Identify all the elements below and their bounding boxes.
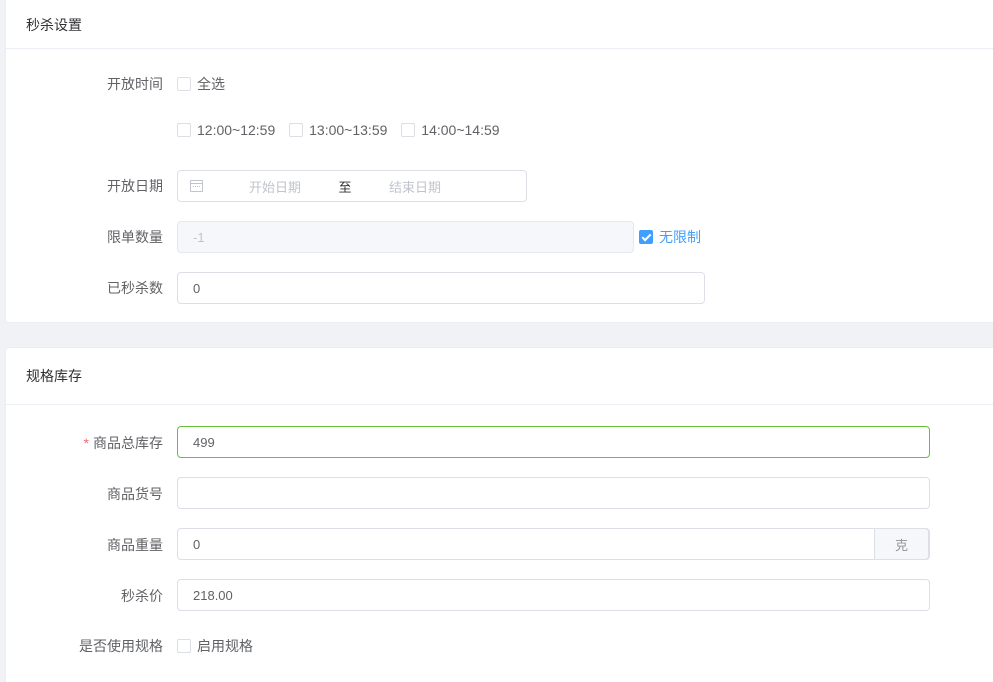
select-all-checkbox[interactable] <box>177 77 191 91</box>
required-mark: * <box>83 435 89 451</box>
time-slot-label: 14:00~14:59 <box>421 122 500 139</box>
open-date-label: 开放日期 <box>107 178 163 194</box>
use-spec-checkbox-label: 启用规格 <box>197 638 253 654</box>
time-slot-checkbox[interactable] <box>401 123 416 138</box>
price-label: 秒杀价 <box>121 588 163 604</box>
unlimited-checkbox[interactable] <box>639 230 653 244</box>
weight-value: 0 <box>193 536 201 552</box>
stock-label: * 商品总库存 <box>6 433 163 453</box>
seckill-settings-card: 秒杀设置 开放时间 全选 12:00~12:59 13:00~13:59 14:… <box>5 0 993 323</box>
date-separator: 至 <box>338 179 352 195</box>
time-slot-group: 12:00~12:59 13:00~13:59 14:00~14:59 <box>177 121 500 138</box>
sku-input[interactable] <box>177 477 930 509</box>
stock-spec-title: 规格库存 <box>26 368 82 384</box>
stock-input[interactable]: 499 <box>177 426 930 458</box>
seckill-settings-header: 秒杀设置 <box>6 0 993 49</box>
end-date-input[interactable]: 结束日期 <box>365 177 465 196</box>
start-date-input[interactable]: 开始日期 <box>225 177 325 196</box>
select-all-label: 全选 <box>197 76 225 92</box>
time-slot-checkbox[interactable] <box>289 123 304 138</box>
stock-label-text: 商品总库存 <box>93 435 163 451</box>
limit-label: 限单数量 <box>107 229 163 245</box>
calendar-icon <box>190 180 203 192</box>
sold-label: 已秒杀数 <box>107 280 163 296</box>
select-all-checkbox-group[interactable]: 全选 <box>177 74 225 94</box>
use-spec-label: 是否使用规格 <box>79 638 163 654</box>
use-spec-checkbox-group[interactable]: 启用规格 <box>177 636 253 656</box>
use-spec-checkbox[interactable] <box>177 639 191 653</box>
time-slot-option[interactable]: 12:00~12:59 <box>177 121 276 139</box>
weight-input[interactable]: 0 克 <box>177 528 930 560</box>
seckill-settings-title: 秒杀设置 <box>26 17 82 33</box>
time-slot-option[interactable]: 14:00~14:59 <box>401 121 500 139</box>
stock-spec-header: 规格库存 <box>6 348 993 405</box>
weight-label: 商品重量 <box>107 537 163 553</box>
sold-input[interactable]: 0 <box>177 272 705 304</box>
time-slot-label: 12:00~12:59 <box>197 122 276 139</box>
weight-unit: 克 <box>874 528 929 560</box>
time-slot-option[interactable]: 13:00~13:59 <box>289 121 388 139</box>
unlimited-checkbox-group[interactable]: 无限制 <box>639 227 701 247</box>
limit-input[interactable]: -1 <box>177 221 634 253</box>
stock-spec-card: 规格库存 * 商品总库存 499 商品货号 商品重量 0 克 秒杀价 218.00… <box>5 347 993 682</box>
open-time-label: 开放时间 <box>107 76 163 92</box>
unlimited-label: 无限制 <box>659 229 701 245</box>
date-range-picker[interactable]: 开始日期 至 结束日期 <box>177 170 527 202</box>
time-slot-checkbox[interactable] <box>177 123 191 138</box>
sku-label: 商品货号 <box>107 486 163 502</box>
price-input[interactable]: 218.00 <box>177 579 930 611</box>
time-slot-label: 13:00~13:59 <box>309 122 388 139</box>
